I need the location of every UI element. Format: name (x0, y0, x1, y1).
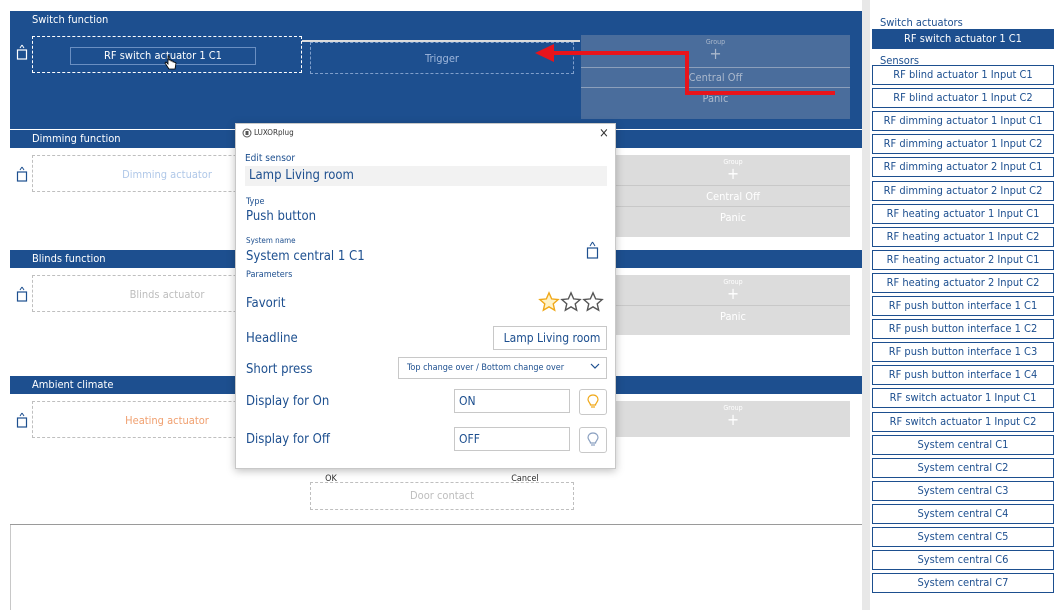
section-header-switch: Switch function (10, 11, 862, 29)
dialog-title: LUXORplug (254, 128, 294, 137)
sensor-item[interactable]: RF push button interface 1 C3 (872, 342, 1054, 363)
star-empty-icon[interactable] (582, 291, 604, 313)
short-press-select[interactable]: Top change over / Bottom change over (398, 357, 607, 379)
sensor-item[interactable]: RF dimming actuator 2 Input C1 (872, 157, 1054, 178)
section-title-blinds: Blinds function (32, 252, 106, 265)
sensor-item[interactable]: RF heating actuator 1 Input C2 (872, 226, 1054, 247)
display-on-label: Display for On (246, 394, 330, 409)
sensor-item[interactable]: RF dimming actuator 2 Input C2 (872, 180, 1054, 201)
sensor-item[interactable]: RF dimming actuator 1 Input C1 (872, 111, 1054, 132)
display-off-value: OFF (459, 432, 480, 446)
sensor-item[interactable]: RF heating actuator 2 Input C1 (872, 249, 1054, 270)
blinds-panic[interactable]: Panic (616, 305, 850, 323)
dimming-panic[interactable]: Panic (616, 206, 850, 224)
system-name-value: System central 1 C1 (246, 249, 365, 264)
sensor-name-value: Lamp Living room (249, 168, 354, 183)
headline-input[interactable]: Lamp Living room (493, 326, 607, 350)
sensor-item[interactable]: System central C4 (872, 503, 1054, 524)
lightbulb-off-icon (587, 432, 599, 446)
ambient-group-add[interactable]: + (616, 412, 850, 428)
star-empty-icon[interactable] (560, 291, 582, 313)
edit-sensor-label: Edit sensor (245, 153, 296, 164)
edit-sensor-dialog: LUXORplug × Edit sensor Lamp Living room… (235, 123, 616, 469)
sensor-icon (16, 412, 28, 432)
type-label: Type (246, 197, 265, 207)
sensor-item[interactable]: RF switch actuator 1 Input C1 (872, 388, 1054, 409)
sensor-icon (16, 44, 28, 64)
door-contact-label: Door contact (410, 489, 474, 502)
door-contact-slot[interactable]: Door contact (310, 482, 574, 510)
short-press-value: Top change over / Bottom change over (407, 363, 565, 373)
sensor-item[interactable]: RF heating actuator 2 Input C2 (872, 272, 1054, 293)
sensor-item[interactable]: System central C5 (872, 527, 1054, 547)
sensor-item[interactable]: System central C7 (872, 573, 1054, 594)
display-off-input[interactable]: OFF (454, 427, 570, 451)
sensor-icon (586, 241, 599, 262)
divider-line (10, 524, 862, 525)
sensor-item[interactable]: RF heating actuator 1 Input C1 (872, 203, 1054, 224)
star-filled-icon[interactable] (538, 291, 560, 313)
hand-cursor-icon (164, 55, 178, 74)
type-value: Push button (246, 209, 317, 224)
display-off-label: Display for Off (246, 432, 330, 447)
short-press-label: Short press (246, 362, 313, 377)
switch-actuator-label: RF switch actuator 1 C1 (104, 49, 222, 62)
dimming-group-add[interactable]: + (616, 166, 850, 182)
category-switch-actuators: Switch actuators (880, 16, 963, 29)
sensor-item[interactable]: RF push button interface 1 C2 (872, 319, 1054, 340)
dialog-titlebar: LUXORplug × (236, 124, 615, 144)
sensor-item[interactable]: RF blind actuator 1 Input C2 (872, 88, 1054, 109)
lamp-off-button[interactable] (579, 427, 607, 453)
sensor-item[interactable]: System central C6 (872, 550, 1054, 571)
switch-actuator-slot[interactable]: RF switch actuator 1 C1 (32, 36, 302, 73)
sensor-icon (16, 166, 28, 186)
sensor-item[interactable]: RF push button interface 1 C1 (872, 296, 1054, 316)
close-icon[interactable]: × (599, 126, 609, 141)
cancel-button[interactable]: Cancel (505, 474, 545, 484)
ambient-group-box[interactable]: Group + (616, 401, 850, 437)
display-on-input[interactable]: ON (454, 389, 570, 413)
lightbulb-on-icon (587, 394, 599, 408)
switch-actuator-chip[interactable]: RF switch actuator 1 C1 (70, 47, 256, 65)
sensor-icon (16, 286, 28, 306)
sensor-item[interactable]: System central C2 (872, 457, 1054, 478)
divider-line (10, 525, 11, 610)
sensor-item[interactable]: RF push button interface 1 C4 (872, 365, 1054, 386)
dimming-group-box[interactable]: Group + Central Off Panic (616, 155, 850, 237)
system-name-label: System name (246, 236, 296, 245)
app-logo-icon (242, 128, 252, 141)
red-arrow-icon (535, 44, 835, 95)
parameters-label: Parameters (246, 270, 293, 280)
favorit-label: Favorit (246, 296, 286, 311)
sensor-item[interactable]: System central C1 (872, 434, 1054, 455)
favorit-star-rating[interactable] (538, 291, 604, 316)
section-title-switch: Switch function (32, 13, 109, 26)
sensor-item[interactable]: RF dimming actuator 1 Input C2 (872, 134, 1054, 155)
display-on-value: ON (459, 394, 476, 408)
section-title-ambient: Ambient climate (32, 378, 114, 391)
section-title-dimming: Dimming function (32, 132, 121, 145)
sensor-name-field[interactable]: Lamp Living room (245, 166, 607, 186)
switch-actuator-item[interactable]: RF switch actuator 1 C1 (872, 29, 1054, 49)
sensor-item[interactable]: RF switch actuator 1 Input C2 (872, 411, 1054, 432)
sensor-item[interactable]: System central C3 (872, 480, 1054, 501)
lamp-on-button[interactable] (579, 389, 607, 415)
dimming-central-off[interactable]: Central Off (616, 185, 850, 203)
blinds-group-box[interactable]: Group + Panic (616, 275, 850, 335)
headline-value: Lamp Living room (503, 331, 601, 345)
chevron-down-icon (590, 359, 600, 379)
ok-button[interactable]: OK (316, 474, 346, 484)
blinds-group-add[interactable]: + (616, 286, 850, 302)
headline-label: Headline (246, 331, 298, 346)
sensor-item[interactable]: RF blind actuator 1 Input C1 (872, 65, 1054, 85)
